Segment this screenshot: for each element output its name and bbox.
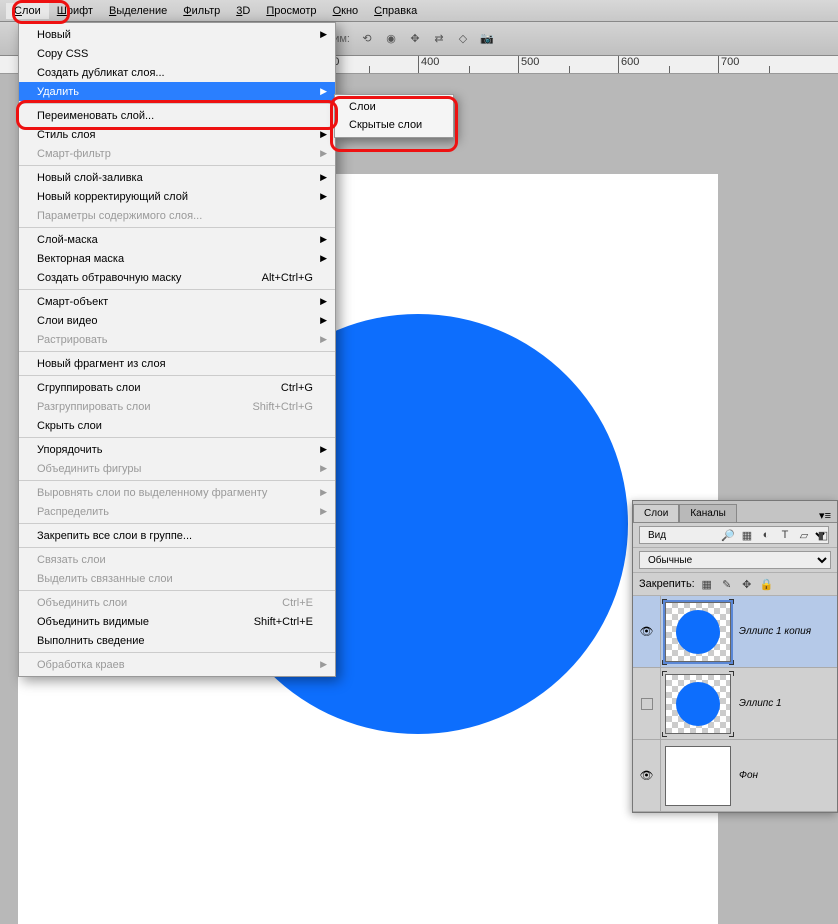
layer-row[interactable]: 👁 Фон xyxy=(633,740,837,812)
layer-list: 👁 Эллипс 1 копия Эллипс 1 👁 Фон xyxy=(633,596,837,812)
menu-item-упорядочить[interactable]: Упорядочить▶ xyxy=(19,440,335,459)
lock-pixels-icon[interactable]: ✎ xyxy=(719,576,735,592)
filter-search-icon[interactable]: 🔎 xyxy=(721,529,735,542)
filter-adjust-icon[interactable]: ◐ xyxy=(758,527,774,543)
layer-row[interactable]: 👁 Эллипс 1 копия xyxy=(633,596,837,668)
menu-item-растрировать: Растрировать▶ xyxy=(19,330,335,349)
channels-tab[interactable]: Каналы xyxy=(679,504,737,522)
pan-icon[interactable]: ✥ xyxy=(404,28,426,50)
menu-layers[interactable]: Слои xyxy=(6,3,49,19)
menu-item-удалить[interactable]: Удалить▶ xyxy=(19,82,335,101)
menu-window[interactable]: Окно xyxy=(325,3,367,19)
panel-menu-icon[interactable]: ▾≡ xyxy=(813,509,837,522)
visibility-toggle[interactable]: 👁 xyxy=(633,596,661,667)
menu-help[interactable]: Справка xyxy=(366,3,425,19)
camera-icon[interactable]: 📷 xyxy=(476,28,498,50)
menu-item-распределить: Распределить▶ xyxy=(19,502,335,521)
visibility-toggle[interactable] xyxy=(633,668,661,739)
menubar: Слои Шрифт Выделение Фильтр 3D Просмотр … xyxy=(0,0,838,22)
menu-item-новый-слой-заливка[interactable]: Новый слой-заливка▶ xyxy=(19,168,335,187)
menu-item-векторная-маска[interactable]: Векторная маска▶ xyxy=(19,249,335,268)
menu-item-связать-слои: Связать слои xyxy=(19,550,335,569)
menu-item-переименовать-слой-[interactable]: Переименовать слой... xyxy=(19,106,335,125)
menu-item-закрепить-все-слои-в-группе-[interactable]: Закрепить все слои в группе... xyxy=(19,526,335,545)
layers-tab[interactable]: Слои xyxy=(633,504,679,522)
layers-panel: Слои Каналы ▾≡ Вид 🔎 ▦ ◐ T ▱ ◧ Обычные З… xyxy=(632,500,838,813)
delete-submenu: Слои Скрытые слои xyxy=(334,94,454,138)
menu-item-слой-маска[interactable]: Слой-маска▶ xyxy=(19,230,335,249)
menu-item-новый-корректирующий-слой[interactable]: Новый корректирующий слой▶ xyxy=(19,187,335,206)
layer-name[interactable]: Эллипс 1 копия xyxy=(735,626,837,637)
layer-name[interactable]: Эллипс 1 xyxy=(735,698,837,709)
menu-item-copy-css[interactable]: Copy CSS xyxy=(19,44,335,63)
menu-item-выровнять-слои-по-выделенному-фрагменту: Выровнять слои по выделенному фрагменту▶ xyxy=(19,483,335,502)
menu-item-обработка-краев: Обработка краев▶ xyxy=(19,655,335,674)
menu-item-разгруппировать-слои: Разгруппировать слоиShift+Ctrl+G xyxy=(19,397,335,416)
menu-3d[interactable]: 3D xyxy=(228,3,258,19)
roll-icon[interactable]: ◉ xyxy=(380,28,402,50)
menu-filter[interactable]: Фильтр xyxy=(175,3,228,19)
menu-select[interactable]: Выделение xyxy=(101,3,175,19)
menu-item-скрыть-слои[interactable]: Скрыть слои xyxy=(19,416,335,435)
menu-item-смарт-фильтр: Смарт-фильтр▶ xyxy=(19,144,335,163)
menu-item-создать-дубликат-слоя-[interactable]: Создать дубликат слоя... xyxy=(19,63,335,82)
layer-thumbnail[interactable] xyxy=(665,746,731,806)
submenu-hidden-layers[interactable]: Скрытые слои xyxy=(335,116,453,134)
filter-smart-icon[interactable]: ◧ xyxy=(815,527,831,543)
menu-font[interactable]: Шрифт xyxy=(49,3,101,19)
lock-transparency-icon[interactable]: ▦ xyxy=(699,576,715,592)
menu-item-создать-обтравочную-маску[interactable]: Создать обтравочную маскуAlt+Ctrl+G xyxy=(19,268,335,287)
menu-item-смарт-объект[interactable]: Смарт-объект▶ xyxy=(19,292,335,311)
lock-all-icon[interactable]: 🔒 xyxy=(759,576,775,592)
menu-item-выполнить-сведение[interactable]: Выполнить сведение xyxy=(19,631,335,650)
menu-item-новый[interactable]: Новый▶ xyxy=(19,25,335,44)
menu-item-объединить-слои: Объединить слоиCtrl+E xyxy=(19,593,335,612)
visibility-toggle[interactable]: 👁 xyxy=(633,740,661,811)
layer-name[interactable]: Фон xyxy=(735,770,837,781)
submenu-layers[interactable]: Слои xyxy=(335,98,453,116)
menu-item-выделить-связанные-слои: Выделить связанные слои xyxy=(19,569,335,588)
layer-row[interactable]: Эллипс 1 xyxy=(633,668,837,740)
lock-position-icon[interactable]: ✥ xyxy=(739,576,755,592)
filter-pixel-icon[interactable]: ▦ xyxy=(739,527,755,543)
menu-item-параметры-содержимого-слоя-: Параметры содержимого слоя... xyxy=(19,206,335,225)
filter-shape-icon[interactable]: ▱ xyxy=(796,527,812,543)
menu-item-объединить-фигуры: Объединить фигуры▶ xyxy=(19,459,335,478)
filter-type-icon[interactable]: T xyxy=(777,527,793,543)
menu-item-сгруппировать-слои[interactable]: Сгруппировать слоиCtrl+G xyxy=(19,378,335,397)
menu-view[interactable]: Просмотр xyxy=(258,3,324,19)
layer-thumbnail[interactable] xyxy=(665,674,731,734)
orbit-icon[interactable]: ⟲ xyxy=(356,28,378,50)
scale-icon[interactable]: ◇ xyxy=(452,28,474,50)
menu-item-стиль-слоя[interactable]: Стиль слоя▶ xyxy=(19,125,335,144)
layer-thumbnail[interactable] xyxy=(665,602,731,662)
lock-label: Закрепить: xyxy=(639,578,695,590)
menu-item-слои-видео[interactable]: Слои видео▶ xyxy=(19,311,335,330)
menu-item-объединить-видимые[interactable]: Объединить видимыеShift+Ctrl+E xyxy=(19,612,335,631)
slide-icon[interactable]: ⇄ xyxy=(428,28,450,50)
layers-menu-dropdown: Новый▶Copy CSSСоздать дубликат слоя...Уд… xyxy=(18,22,336,677)
blend-mode-select[interactable]: Обычные xyxy=(639,551,831,569)
menu-item-новый-фрагмент-из-слоя[interactable]: Новый фрагмент из слоя xyxy=(19,354,335,373)
